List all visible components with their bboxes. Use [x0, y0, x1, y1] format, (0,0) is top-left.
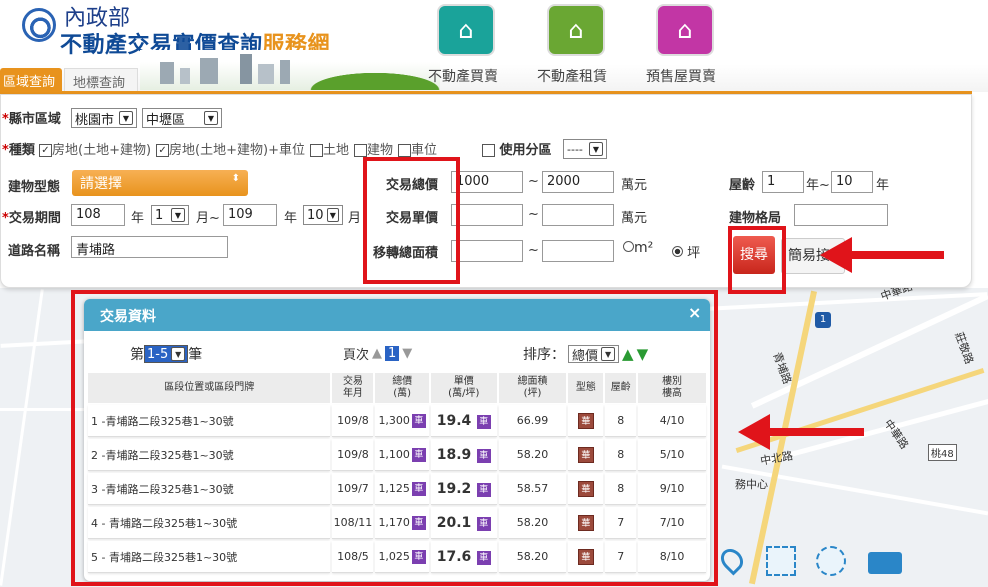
- sale-nav-icon[interactable]: ⌂: [437, 4, 495, 56]
- zoning-label[interactable]: 使用分區: [482, 139, 552, 158]
- type-checkbox-building[interactable]: 建物: [354, 139, 393, 158]
- unit-price-from-input[interactable]: [451, 204, 523, 226]
- tilde: ~: [528, 243, 539, 258]
- annotation-box-price: [363, 157, 460, 284]
- annotation-arrow: [768, 428, 864, 436]
- chevron-down-icon: ▼: [326, 208, 339, 222]
- type-checkbox-land[interactable]: 土地: [309, 139, 349, 158]
- age-label: 屋齡: [729, 178, 756, 193]
- price-unit: 萬元: [621, 178, 648, 193]
- area-unit-m2-radio[interactable]: m²: [623, 240, 653, 256]
- unit-price-to-input[interactable]: [542, 204, 614, 226]
- select-rectangle-icon[interactable]: [766, 546, 796, 576]
- map-place-label: 務中心: [735, 478, 768, 491]
- select-circle-icon[interactable]: [816, 546, 846, 576]
- annotation-arrowhead: [738, 414, 770, 450]
- age-from-input[interactable]: 1: [762, 171, 804, 193]
- updown-icon: ⬍: [231, 173, 240, 184]
- layout-input[interactable]: [794, 204, 888, 226]
- building-type-select[interactable]: 請選擇 ⬍: [72, 170, 248, 196]
- year-unit: 年: [284, 211, 298, 226]
- age-unit-to: 年: [876, 178, 890, 193]
- nav-sale[interactable]: 不動產買賣: [428, 66, 498, 86]
- tab-landmark-query[interactable]: 地標查詢: [64, 68, 138, 92]
- ministry-logo-icon: [22, 8, 56, 42]
- area-to-input[interactable]: [542, 240, 614, 262]
- presale-nav-icon[interactable]: ⌂: [656, 4, 714, 56]
- nav-presale[interactable]: 預售屋買賣: [646, 66, 716, 86]
- chevron-down-icon: ▼: [119, 111, 133, 125]
- city-select[interactable]: 桃園市 ▼: [71, 108, 137, 128]
- print-icon[interactable]: [868, 552, 902, 574]
- district-select[interactable]: 中壢區 ▼: [142, 108, 222, 128]
- tilde: ~: [528, 207, 539, 222]
- map-road-label: 桃48: [928, 444, 957, 461]
- type-checkbox-residential[interactable]: ✓ 房地(土地+建物): [39, 139, 151, 158]
- year-unit: 年: [131, 211, 145, 226]
- road-input[interactable]: 青埔路: [71, 236, 228, 258]
- chevron-down-icon: ▼: [171, 208, 185, 222]
- road-label: 道路名稱: [8, 244, 61, 259]
- annotation-arrowhead: [820, 237, 852, 273]
- area-from-input[interactable]: [451, 240, 523, 262]
- type-checkbox-parking[interactable]: 車位: [398, 139, 437, 158]
- period-label: *交易期間: [2, 211, 61, 226]
- month-unit-from: 月~: [196, 211, 220, 226]
- nav-rent[interactable]: 不動產租賃: [537, 66, 607, 86]
- chevron-down-icon: ▼: [589, 142, 603, 156]
- annotation-arrow: [848, 251, 944, 259]
- route-badge: 1: [815, 312, 831, 328]
- total-price-from-input[interactable]: 1000: [451, 171, 523, 193]
- tab-area-query[interactable]: 區域查詢: [0, 68, 62, 92]
- chevron-down-icon: ▼: [204, 111, 218, 125]
- age-to-input[interactable]: 10: [831, 171, 873, 193]
- period-from-month-select[interactable]: 1 ▼: [151, 205, 189, 225]
- period-to-month-select[interactable]: 10 ▼: [303, 205, 343, 225]
- area-unit-ping-radio[interactable]: 坪: [672, 242, 700, 261]
- city-label: *縣市區域: [2, 112, 61, 127]
- price-unit: 萬元: [621, 211, 648, 226]
- type-checkbox-residential-parking[interactable]: ✓ 房地(土地+建物)+車位: [156, 139, 305, 158]
- rent-nav-icon[interactable]: ⌂: [547, 4, 605, 56]
- tilde: ~: [528, 174, 539, 189]
- total-price-to-input[interactable]: 2000: [542, 171, 614, 193]
- layout-label: 建物格局: [729, 211, 782, 226]
- month-unit-to: 月: [348, 211, 362, 226]
- type-checkbox-group: ✓ 房地(土地+建物) ✓ 房地(土地+建物)+車位 土地 建物 車位: [39, 139, 437, 158]
- annotation-box-search: [728, 226, 786, 294]
- building-type-label: 建物型態: [8, 180, 61, 195]
- type-label: *種類: [2, 143, 35, 158]
- annotation-box-results: [71, 290, 718, 586]
- age-unit-from: 年~: [806, 178, 830, 193]
- period-from-year-input[interactable]: 108: [71, 204, 125, 226]
- period-to-year-input[interactable]: 109: [223, 204, 277, 226]
- zoning-select[interactable]: ---- ▼: [563, 139, 607, 159]
